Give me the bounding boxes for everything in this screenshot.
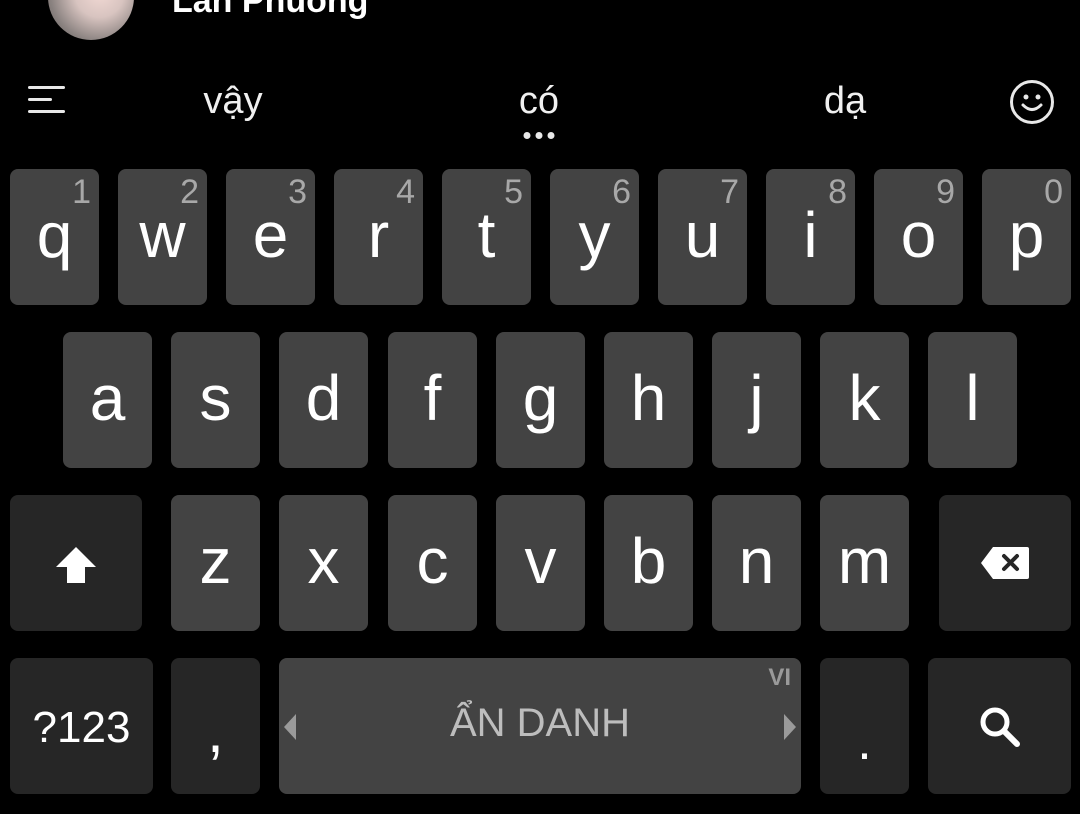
search-icon	[980, 707, 1020, 747]
key-r[interactable]: 4 r	[334, 169, 423, 305]
contact-name: Lan Phuong	[172, 0, 369, 20]
smiley-icon[interactable]	[1010, 80, 1054, 124]
key-letter: y	[578, 199, 611, 271]
key-letter: h	[630, 362, 667, 434]
more-suggestions-dots[interactable]	[523, 132, 555, 139]
key-c[interactable]: c	[388, 495, 477, 631]
period-key[interactable]: .	[820, 658, 909, 794]
key-p[interactable]: 0 p	[982, 169, 1071, 305]
key-y[interactable]: 6 y	[550, 169, 639, 305]
key-n[interactable]: n	[712, 495, 801, 631]
key-v[interactable]: v	[496, 495, 585, 631]
comma-key-label: ,	[207, 698, 224, 765]
key-m[interactable]: m	[820, 495, 909, 631]
key-letter: f	[423, 362, 442, 434]
shift-key[interactable]	[10, 495, 142, 631]
key-letter: t	[477, 199, 496, 271]
space-bar[interactable]: VI ẨN DANH	[279, 658, 801, 794]
key-letter: a	[89, 362, 126, 434]
key-letter: u	[684, 199, 721, 271]
arrow-right-icon	[784, 714, 796, 740]
space-bar-label: ẨN DANH	[449, 701, 631, 745]
key-letter: i	[803, 199, 818, 271]
backspace-icon	[981, 547, 1029, 579]
key-g[interactable]: g	[496, 332, 585, 468]
key-letter: v	[524, 525, 557, 597]
key-u[interactable]: 7 u	[658, 169, 747, 305]
screen: Lan Phuong vậy có dạ 1 q 2 w 3 e 4 r 5 t…	[0, 0, 1080, 814]
period-key-label: .	[857, 713, 872, 771]
key-s[interactable]: s	[171, 332, 260, 468]
key-t[interactable]: 5 t	[442, 169, 531, 305]
key-letter: d	[305, 362, 342, 434]
search-key[interactable]	[928, 658, 1071, 794]
language-badge: VI	[768, 664, 791, 691]
key-letter: r	[367, 199, 390, 271]
backspace-key[interactable]	[939, 495, 1071, 631]
key-z[interactable]: z	[171, 495, 260, 631]
key-letter: s	[199, 362, 232, 434]
contact-header: Lan Phuong	[0, 0, 1080, 50]
shift-arrow-icon	[56, 547, 96, 583]
key-letter: x	[307, 525, 340, 597]
symbols-key-label: ?123	[32, 703, 131, 752]
key-letter: k	[848, 362, 881, 434]
key-letter: m	[837, 525, 892, 597]
key-letter: c	[416, 525, 449, 597]
symbols-key[interactable]: ?123	[10, 658, 153, 794]
key-q[interactable]: 1 q	[10, 169, 99, 305]
key-j[interactable]: j	[712, 332, 801, 468]
key-b[interactable]: b	[604, 495, 693, 631]
suggestion-center[interactable]: có	[519, 80, 559, 123]
key-letter: g	[522, 362, 559, 434]
key-letter: e	[252, 199, 289, 271]
key-a[interactable]: a	[63, 332, 152, 468]
key-letter: o	[900, 199, 937, 271]
key-f[interactable]: f	[388, 332, 477, 468]
key-h[interactable]: h	[604, 332, 693, 468]
suggestion-bar: vậy có dạ	[0, 60, 1080, 150]
key-letter: q	[36, 199, 73, 271]
comma-key[interactable]: ,	[171, 658, 260, 794]
key-letter: z	[199, 525, 232, 597]
key-letter: l	[965, 362, 980, 434]
key-e[interactable]: 3 e	[226, 169, 315, 305]
key-x[interactable]: x	[279, 495, 368, 631]
key-letter: p	[1008, 199, 1045, 271]
suggestion-left[interactable]: vậy	[203, 80, 262, 123]
key-letter: n	[738, 525, 775, 597]
key-letter: b	[630, 525, 667, 597]
key-i[interactable]: 8 i	[766, 169, 855, 305]
key-d[interactable]: d	[279, 332, 368, 468]
avatar[interactable]	[48, 0, 134, 40]
key-letter: j	[749, 362, 764, 434]
key-k[interactable]: k	[820, 332, 909, 468]
key-o[interactable]: 9 o	[874, 169, 963, 305]
suggestion-right[interactable]: dạ	[824, 80, 866, 123]
key-w[interactable]: 2 w	[118, 169, 207, 305]
key-letter: w	[139, 199, 186, 271]
key-l[interactable]: l	[928, 332, 1017, 468]
menu-icon[interactable]	[28, 86, 68, 118]
